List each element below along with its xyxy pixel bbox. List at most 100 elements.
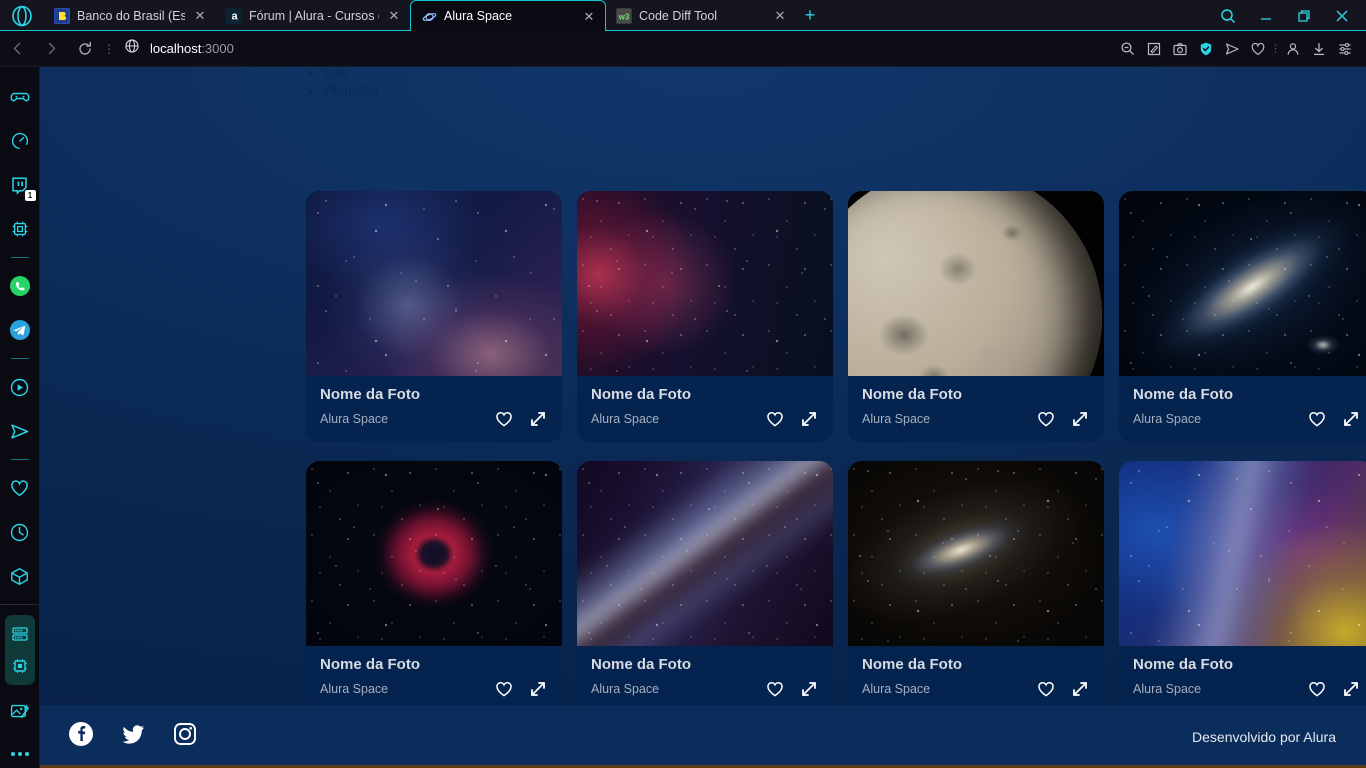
reload-icon[interactable] bbox=[68, 31, 102, 67]
svg-text:a: a bbox=[231, 11, 238, 23]
tab-close-button[interactable]: ✕ bbox=[192, 8, 208, 24]
send-icon[interactable] bbox=[0, 409, 40, 453]
tab-code-diff-tool[interactable]: w3 Code Diff Tool ✕ bbox=[606, 0, 796, 31]
sidebar-divider bbox=[10, 358, 29, 359]
edit-pin-icon[interactable] bbox=[1141, 31, 1167, 67]
twitch-icon[interactable]: 1 bbox=[0, 163, 40, 207]
opera-logo-icon[interactable] bbox=[0, 0, 44, 31]
heart-icon[interactable] bbox=[0, 466, 40, 510]
site-footer: Desenvolvido por Alura bbox=[40, 705, 1366, 768]
expand-icon[interactable] bbox=[1341, 409, 1361, 429]
expand-icon[interactable] bbox=[1070, 679, 1090, 699]
camera-snapshot-icon[interactable] bbox=[1167, 31, 1193, 67]
heart-icon[interactable] bbox=[1036, 409, 1056, 429]
cube-icon[interactable] bbox=[0, 554, 40, 598]
photo-subtitle: Alura Space bbox=[320, 412, 389, 426]
photo-card[interactable]: Nome da Foto Alura Space bbox=[1119, 191, 1366, 443]
tab-label: Fórum | Alura - Cursos onli bbox=[249, 8, 379, 23]
more-dots-icon[interactable] bbox=[10, 742, 29, 762]
tab-banco-do-brasil[interactable]: Banco do Brasil (Escriturári ✕ bbox=[44, 0, 216, 31]
photo-subtitle: Alura Space bbox=[320, 682, 389, 696]
expand-icon[interactable] bbox=[528, 679, 548, 699]
telegram-icon[interactable] bbox=[0, 308, 40, 352]
expand-icon[interactable] bbox=[1341, 679, 1361, 699]
photo-thumbnail-moon-gibbous[interactable] bbox=[848, 191, 1104, 376]
sidebar-divider bbox=[10, 257, 29, 258]
gamepad-icon[interactable] bbox=[0, 75, 40, 119]
back-icon[interactable] bbox=[0, 31, 34, 67]
heart-icon[interactable] bbox=[494, 409, 514, 429]
browser-shell: 1 • Lua • Planetas Nome da Foto Alura Sp… bbox=[0, 67, 1366, 768]
photo-subtitle: Alura Space bbox=[1133, 412, 1202, 426]
shield-vpn-icon[interactable] bbox=[1193, 31, 1219, 67]
address-bar[interactable]: localhost:3000 bbox=[116, 31, 1115, 67]
photo-card[interactable]: Nome da Foto Alura Space bbox=[306, 191, 562, 443]
chip-icon[interactable] bbox=[0, 650, 40, 682]
chip-workspace-icon[interactable] bbox=[0, 207, 40, 251]
photo-card[interactable]: Nome da Foto Alura Space bbox=[306, 461, 562, 713]
facebook-icon[interactable] bbox=[68, 721, 94, 752]
vertical-dots-icon[interactable]: ⋮ bbox=[102, 42, 116, 56]
forward-icon[interactable] bbox=[34, 31, 68, 67]
profile-icon[interactable] bbox=[1280, 31, 1306, 67]
send-share-icon[interactable] bbox=[1219, 31, 1245, 67]
heart-icon[interactable] bbox=[1307, 409, 1327, 429]
list-item[interactable]: Planetas bbox=[324, 81, 378, 99]
tab-close-button[interactable]: ✕ bbox=[772, 8, 788, 24]
photo-card[interactable]: Nome da Foto Alura Space bbox=[848, 461, 1104, 713]
photo-card-meta: Nome da Foto Alura Space bbox=[848, 376, 1104, 443]
heart-icon[interactable] bbox=[765, 679, 785, 699]
history-clock-icon[interactable] bbox=[0, 510, 40, 554]
photo-title: Nome da Foto bbox=[320, 656, 420, 673]
instagram-icon[interactable] bbox=[172, 721, 198, 752]
photo-title: Nome da Foto bbox=[1133, 656, 1233, 673]
minimize-icon[interactable] bbox=[1248, 0, 1284, 31]
expand-icon[interactable] bbox=[799, 679, 819, 699]
easy-setup-icon[interactable] bbox=[1332, 31, 1358, 67]
photo-thumbnail-andromeda-galaxy[interactable] bbox=[1119, 191, 1366, 376]
photo-subtitle: Alura Space bbox=[591, 412, 660, 426]
photo-thumbnail-milky-way-rainbow[interactable] bbox=[1119, 461, 1366, 646]
heart-icon[interactable] bbox=[494, 679, 514, 699]
whatsapp-icon[interactable] bbox=[0, 264, 40, 308]
photo-thumbnail-milky-way-core-diagonal[interactable] bbox=[577, 461, 833, 646]
server-rack-icon[interactable] bbox=[0, 618, 40, 650]
photo-card-meta: Nome da Foto Alura Space bbox=[306, 376, 562, 443]
photo-subtitle: Alura Space bbox=[862, 412, 931, 426]
heart-icon[interactable] bbox=[1307, 679, 1327, 699]
photo-card[interactable]: Nome da Foto Alura Space bbox=[1119, 461, 1366, 713]
top-category-list: Lua Planetas bbox=[306, 67, 378, 99]
heart-icon[interactable] bbox=[1036, 679, 1056, 699]
downloads-icon[interactable] bbox=[1306, 31, 1332, 67]
photo-card-actions bbox=[765, 679, 819, 699]
tab-forum-alura[interactable]: a Fórum | Alura - Cursos onli ✕ bbox=[216, 0, 410, 31]
address-bar-url[interactable]: localhost:3000 bbox=[150, 41, 234, 56]
expand-icon[interactable] bbox=[528, 409, 548, 429]
expand-icon[interactable] bbox=[1070, 409, 1090, 429]
speedometer-icon[interactable] bbox=[0, 119, 40, 163]
photo-card[interactable]: Nome da Foto Alura Space bbox=[577, 191, 833, 443]
expand-icon[interactable] bbox=[799, 409, 819, 429]
tab-close-button[interactable]: ✕ bbox=[581, 8, 597, 24]
search-icon[interactable] bbox=[1210, 0, 1246, 31]
new-tab-button[interactable]: + bbox=[796, 0, 824, 31]
photo-thumbnail-andromeda-bright-core[interactable] bbox=[848, 461, 1104, 646]
zoom-out-icon[interactable] bbox=[1115, 31, 1141, 67]
photo-card[interactable]: Nome da Foto Alura Space bbox=[848, 191, 1104, 443]
photo-card[interactable]: Nome da Foto Alura Space bbox=[577, 461, 833, 713]
image-capture-icon[interactable] bbox=[0, 689, 40, 733]
close-window-icon[interactable] bbox=[1324, 0, 1360, 31]
heart-icon[interactable] bbox=[765, 409, 785, 429]
tab-alura-space[interactable]: Alura Space ✕ bbox=[410, 0, 606, 31]
list-item[interactable]: Lua bbox=[324, 67, 378, 81]
heart-favorite-icon[interactable] bbox=[1245, 31, 1271, 67]
photo-thumbnail-rosette-nebula-red[interactable] bbox=[306, 461, 562, 646]
photo-thumbnail-red-star-cluster[interactable] bbox=[577, 191, 833, 376]
toolbar-separator: ⋮ bbox=[1270, 43, 1281, 55]
browser-toolbar-icons: ⋮ bbox=[1115, 31, 1366, 67]
twitter-icon[interactable] bbox=[120, 721, 146, 752]
tab-close-button[interactable]: ✕ bbox=[386, 8, 402, 24]
restore-icon[interactable] bbox=[1286, 0, 1322, 31]
player-icon[interactable] bbox=[0, 365, 40, 409]
photo-thumbnail-milky-way-blue-purple[interactable] bbox=[306, 191, 562, 376]
